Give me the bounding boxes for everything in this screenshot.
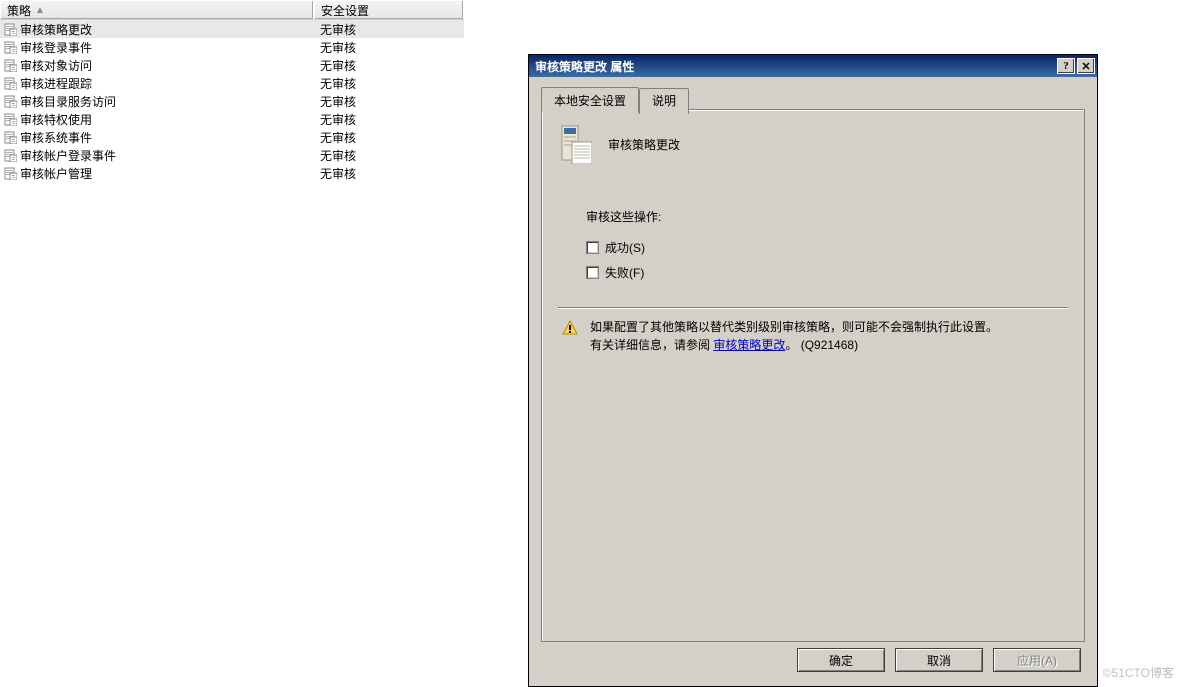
policy-item-icon — [4, 41, 17, 54]
server-policy-icon — [558, 124, 592, 164]
policy-item-icon — [4, 95, 17, 108]
policy-name: 审核登录事件 — [20, 39, 92, 56]
policy-item-icon — [4, 131, 17, 144]
tab-local-security-label: 本地安全设置 — [554, 94, 626, 108]
audit-section-label: 审核这些操作: — [586, 208, 1084, 225]
policy-name: 审核特权使用 — [20, 111, 92, 128]
policy-value: 无审核 — [320, 77, 356, 91]
policy-value: 无审核 — [320, 113, 356, 127]
watermark: ©51CTO博客 — [1103, 664, 1174, 681]
checkbox-failure-label: 失败(F) — [605, 264, 644, 281]
policy-value: 无审核 — [320, 59, 356, 73]
column-header-policy[interactable]: 策略 ▲ — [0, 0, 314, 19]
cancel-button-label: 取消 — [927, 652, 951, 669]
policy-header-label: 审核策略更改 — [608, 136, 680, 153]
checkbox-success-row[interactable]: 成功(S) — [586, 239, 1084, 256]
sort-asc-icon: ▲ — [35, 5, 45, 16]
cancel-button[interactable]: 取消 — [895, 648, 983, 672]
checkbox-failure[interactable] — [586, 266, 599, 279]
policy-list: 策略 ▲ 安全设置 审核策略更改无审核审核登录事件无审核审核对象访问无审核审核进… — [0, 0, 464, 687]
policy-item-icon — [4, 77, 17, 90]
policy-value: 无审核 — [320, 131, 356, 145]
policy-item-icon — [4, 59, 17, 72]
policy-name: 审核目录服务访问 — [20, 93, 116, 110]
note-line2-prefix: 有关详细信息，请参阅 — [590, 338, 713, 352]
policy-item-icon — [4, 23, 17, 36]
policy-name: 审核进程跟踪 — [20, 75, 92, 92]
policy-name: 审核帐户管理 — [20, 165, 92, 182]
dialog-buttons: 确定 取消 应用(A) — [797, 648, 1081, 672]
note-line1: 如果配置了其他策略以替代类别级别审核策略，则可能不会强制执行此设置。 — [590, 320, 998, 334]
help-icon: ? — [1063, 60, 1069, 72]
policy-value: 无审核 — [320, 95, 356, 109]
dialog-title: 审核策略更改 属性 — [535, 58, 1055, 75]
table-row[interactable]: 审核策略更改 无审核 — [0, 20, 464, 38]
policy-name: 审核系统事件 — [20, 129, 92, 146]
ok-button[interactable]: 确定 — [797, 648, 885, 672]
tab-strip: 本地安全设置 说明 — [541, 87, 1085, 113]
table-row[interactable]: 审核对象访问 无审核 — [0, 56, 464, 74]
policy-item-icon — [4, 149, 17, 162]
policy-value: 无审核 — [320, 167, 356, 181]
policy-header: 审核策略更改 — [542, 110, 1084, 178]
warning-icon — [562, 320, 578, 336]
tab-page: 审核策略更改 审核这些操作: 成功(S) 失败(F) — [541, 109, 1085, 642]
checkbox-failure-row[interactable]: 失败(F) — [586, 264, 1084, 281]
close-icon: ✕ — [1081, 60, 1090, 73]
column-header-setting[interactable]: 安全设置 — [314, 0, 464, 19]
table-row[interactable]: 审核目录服务访问 无审核 — [0, 92, 464, 110]
tab-local-security[interactable]: 本地安全设置 — [541, 87, 639, 113]
column-header-setting-label: 安全设置 — [321, 2, 369, 19]
policy-name: 审核帐户登录事件 — [20, 147, 116, 164]
table-row[interactable]: 审核帐户登录事件 无审核 — [0, 146, 464, 164]
tab-explain[interactable]: 说明 — [639, 88, 689, 114]
ok-button-label: 确定 — [829, 652, 853, 669]
policy-value: 无审核 — [320, 23, 356, 37]
policy-value: 无审核 — [320, 149, 356, 163]
table-row[interactable]: 审核特权使用 无审核 — [0, 110, 464, 128]
policy-name: 审核对象访问 — [20, 57, 92, 74]
apply-button-label: 应用(A) — [1017, 652, 1057, 669]
list-header: 策略 ▲ 安全设置 — [0, 0, 464, 20]
dialog-titlebar[interactable]: 审核策略更改 属性 ? ✕ — [529, 55, 1097, 77]
list-body: 审核策略更改无审核审核登录事件无审核审核对象访问无审核审核进程跟踪无审核审核目录… — [0, 20, 464, 182]
dialog-client: 本地安全设置 说明 — [533, 81, 1093, 682]
policy-item-icon — [4, 113, 17, 126]
close-button[interactable]: ✕ — [1077, 58, 1095, 74]
table-row[interactable]: 审核登录事件 无审核 — [0, 38, 464, 56]
table-row[interactable]: 审核进程跟踪 无审核 — [0, 74, 464, 92]
tab-explain-label: 说明 — [652, 94, 676, 108]
checkbox-success[interactable] — [586, 241, 599, 254]
note-link[interactable]: 审核策略更改 — [713, 338, 785, 352]
properties-dialog: 审核策略更改 属性 ? ✕ 本地安全设置 说明 — [528, 54, 1098, 687]
override-note: 如果配置了其他策略以替代类别级别审核策略，则可能不会强制执行此设置。 有关详细信… — [542, 308, 1084, 354]
note-line2-suffix: 。 (Q921468) — [785, 338, 858, 352]
table-row[interactable]: 审核帐户管理 无审核 — [0, 164, 464, 182]
help-button[interactable]: ? — [1057, 58, 1075, 74]
tab-control: 本地安全设置 说明 — [541, 87, 1085, 642]
apply-button[interactable]: 应用(A) — [993, 648, 1081, 672]
policy-item-icon — [4, 167, 17, 180]
policy-value: 无审核 — [320, 41, 356, 55]
column-header-policy-label: 策略 — [7, 2, 31, 19]
table-row[interactable]: 审核系统事件 无审核 — [0, 128, 464, 146]
policy-name: 审核策略更改 — [20, 21, 92, 38]
checkbox-success-label: 成功(S) — [605, 239, 645, 256]
note-text: 如果配置了其他策略以替代类别级别审核策略，则可能不会强制执行此设置。 有关详细信… — [590, 318, 998, 354]
